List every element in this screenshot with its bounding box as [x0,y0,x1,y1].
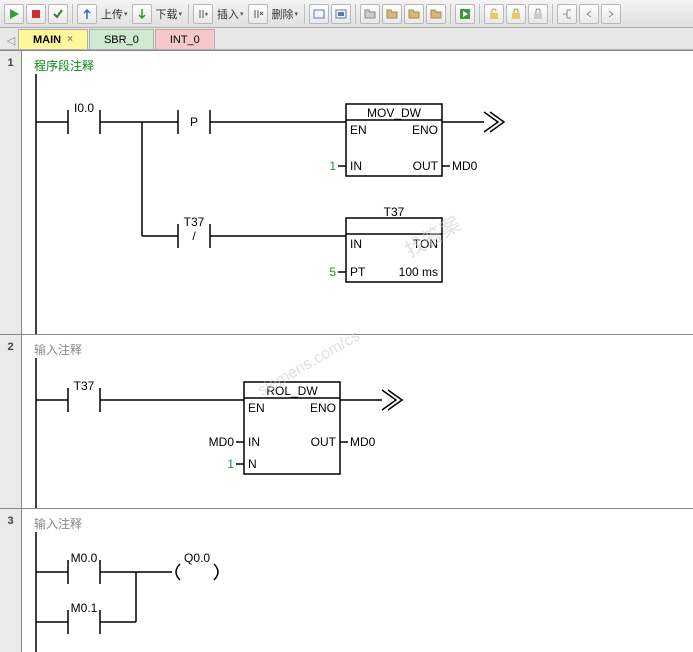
contact-label: T37 [74,379,95,393]
port-label: OUT [413,159,439,173]
port-label: N [248,457,257,471]
prev-button[interactable] [579,4,599,24]
port-value: 1 [227,457,234,471]
network-number: 2 [0,335,22,508]
contact-label: M0.1 [71,601,98,615]
network-1[interactable]: 1 程序段注释 I0.0 P MOV_DW EN ENO IN OUT 1 [0,50,693,334]
separator [355,4,356,24]
tab-int[interactable]: INT_0 [155,29,215,49]
network-comment[interactable]: 程序段注释 [22,51,693,74]
folder-button-1[interactable] [360,4,380,24]
tab-main[interactable]: MAIN × [18,29,88,49]
port-label: ENO [412,123,438,137]
tool-button-1[interactable] [309,4,329,24]
close-icon[interactable]: × [67,34,73,45]
next-button[interactable] [601,4,621,24]
contact-sym: / [192,229,196,243]
network-number: 3 [0,509,22,652]
network-comment[interactable]: 输入注释 [22,509,693,532]
run-button[interactable] [4,4,24,24]
tool-button-2[interactable] [331,4,351,24]
contact-label: I0.0 [74,101,94,115]
port-label: 100 ms [399,265,438,279]
port-label: PT [350,265,366,279]
network-comment[interactable]: 输入注释 [22,335,693,358]
port-value: MD0 [209,435,235,449]
delete-button[interactable] [248,4,268,24]
port-value: MD0 [350,435,376,449]
compile-button[interactable] [48,4,68,24]
ladder-diagram-1[interactable]: I0.0 P MOV_DW EN ENO IN OUT 1 MD0 [22,74,682,334]
separator [304,4,305,24]
port-value: 5 [329,265,336,279]
upload-label: 上传▾ [99,6,130,22]
port-label: OUT [311,435,337,449]
upload-button[interactable] [77,4,97,24]
port-label: EN [248,401,265,415]
lock-button[interactable] [506,4,526,24]
insert-label: 插入▾ [215,6,246,22]
branch-button[interactable] [557,4,577,24]
download-label: 下载▾ [154,6,185,22]
port-label: IN [350,159,362,173]
block-name: T37 [384,205,405,219]
delete-label: 删除▾ [270,6,301,22]
separator [72,4,73,24]
tab-sbr[interactable]: SBR_0 [89,29,154,49]
block-name: MOV_DW [367,106,422,120]
contact-label: M0.0 [71,551,98,565]
insert-button[interactable] [193,4,213,24]
network-2[interactable]: 2 输入注释 T37 ROL_DW EN ENO IN OUT N MD0 1 … [0,334,693,508]
separator [450,4,451,24]
go-button[interactable] [455,4,475,24]
folder-button-2[interactable] [382,4,402,24]
main-toolbar: 上传▾ 下载▾ 插入▾ 删除▾ [0,0,693,28]
tab-label: SBR_0 [104,34,139,46]
port-value: MD0 [452,159,478,173]
contact-label: T37 [184,215,205,229]
port-label: IN [248,435,260,449]
lock-alt-button[interactable] [528,4,548,24]
stop-button[interactable] [26,4,46,24]
ladder-diagram-3[interactable]: M0.0 Q0.0 M0.1 [22,532,682,652]
separator [552,4,553,24]
download-button[interactable] [132,4,152,24]
port-label: TON [413,237,438,251]
tab-scroll-left[interactable]: ◁ [4,31,18,49]
port-label: EN [350,123,367,137]
tab-bar: ◁ MAIN × SBR_0 INT_0 [0,28,693,50]
separator [188,4,189,24]
port-label: IN [350,237,362,251]
tab-label: MAIN [33,34,61,46]
separator [479,4,480,24]
coil-label: Q0.0 [184,551,210,565]
port-label: ENO [310,401,336,415]
folder-button-3[interactable] [404,4,424,24]
folder-button-4[interactable] [426,4,446,24]
network-number: 1 [0,51,22,334]
tab-label: INT_0 [170,34,200,46]
pulse-label: P [190,115,198,129]
block-name: ROL_DW [266,384,318,398]
ladder-editor: 1 程序段注释 I0.0 P MOV_DW EN ENO IN OUT 1 [0,50,693,652]
lock-open-button[interactable] [484,4,504,24]
network-3[interactable]: 3 输入注释 M0.0 Q0.0 M0.1 [0,508,693,652]
ladder-diagram-2[interactable]: T37 ROL_DW EN ENO IN OUT N MD0 1 MD0 [22,358,682,508]
port-value: 1 [329,159,336,173]
